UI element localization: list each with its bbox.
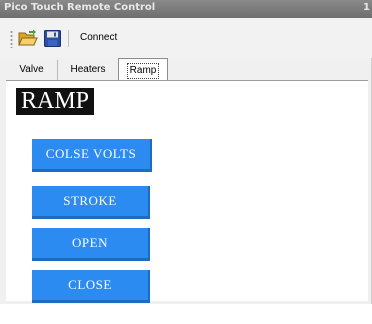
title-bar-extra: 1 [363,2,370,13]
window-title: Pico Touch Remote Control [4,2,156,13]
connect-button[interactable]: Connect [80,32,117,43]
open-valve-button[interactable]: OPEN [32,228,150,261]
toolbar-separator [68,30,69,47]
tab-heaters[interactable]: Heaters [62,60,114,80]
stroke-button[interactable]: STROKE [32,186,150,219]
tab-valve-label: Valve [19,64,44,75]
close-valve-button[interactable]: CLOSE [32,270,150,303]
app-window: Pico Touch Remote Control 1 Connect Valv… [0,0,372,304]
tab-strip: Valve Heaters Ramp [6,58,368,82]
folder-open-icon [18,29,38,46]
ramp-heading: RAMP [16,88,95,115]
close-volts-button[interactable]: COLSE VOLTS [32,139,152,172]
tab-valve[interactable]: Valve [6,60,58,80]
tab-heaters-label: Heaters [70,64,106,75]
tab-ramp-label: Ramp [126,63,160,79]
title-bar[interactable]: Pico Touch Remote Control 1 [0,0,372,18]
tab-ramp[interactable]: Ramp [118,58,168,81]
open-button[interactable] [18,28,38,48]
toolbar: Connect [0,18,372,58]
toolbar-grip[interactable] [10,30,13,48]
save-button[interactable] [42,28,62,48]
ramp-panel: RAMP COLSE VOLTS STROKE OPEN CLOSE [6,81,368,303]
floppy-save-icon [43,29,61,47]
